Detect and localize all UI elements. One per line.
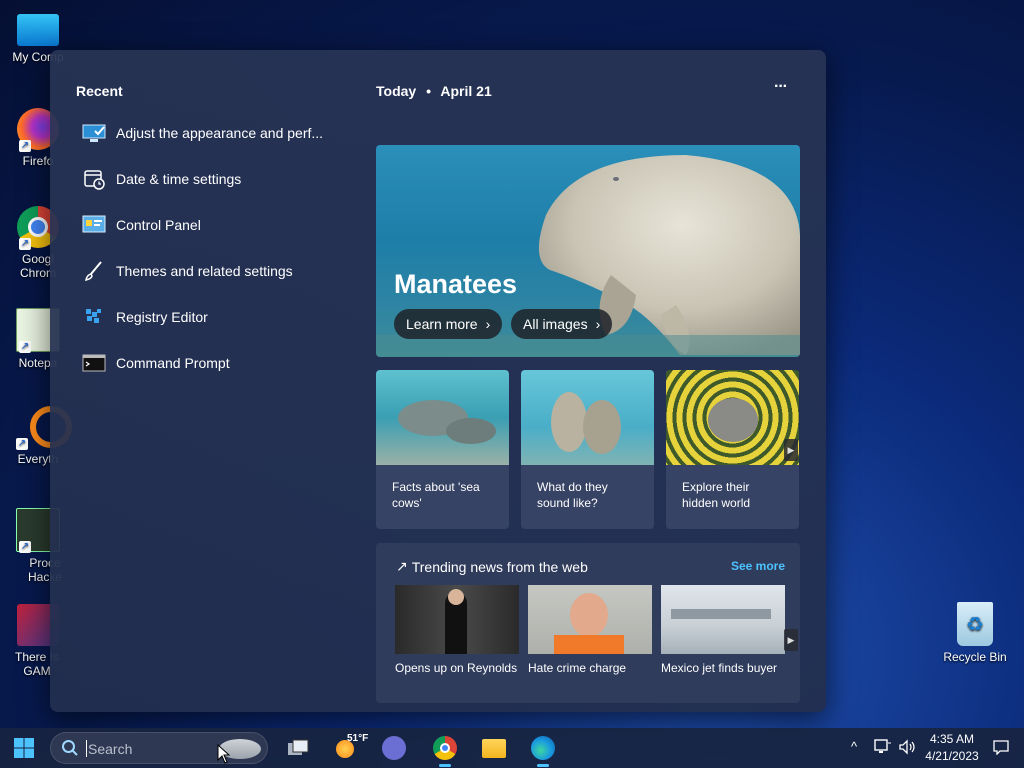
news-item[interactable]: Hate crime charge: [528, 585, 652, 676]
more-options-button[interactable]: ···: [774, 78, 788, 96]
search-icon: [61, 739, 79, 762]
show-hidden-icons-button[interactable]: ^: [851, 739, 857, 754]
running-indicator: [537, 764, 549, 767]
taskbar-search-box[interactable]: Search: [50, 732, 268, 764]
recent-item-label: Themes and related settings: [116, 263, 293, 279]
card-facts-sea-cows[interactable]: Facts about 'sea cows': [376, 370, 509, 529]
recent-item-adjust-appearance[interactable]: Adjust the appearance and perf...: [82, 115, 342, 151]
today-header: Today • April 21: [376, 83, 492, 99]
news-image: [661, 585, 785, 654]
learn-more-label: Learn more: [406, 316, 478, 332]
mouse-cursor-icon: [217, 744, 231, 764]
news-image: [395, 585, 519, 654]
taskbar: Search 51°F ^ 4:35 AM 4/21/2023: [0, 728, 1024, 768]
notifications-icon[interactable]: [992, 739, 1010, 758]
edge-icon: [531, 736, 555, 760]
all-images-label: All images: [523, 316, 588, 332]
see-more-link[interactable]: See more: [731, 559, 785, 573]
recent-heading: Recent: [76, 83, 123, 99]
card-caption: Explore their hidden world: [682, 480, 751, 510]
folder-icon: [482, 738, 506, 758]
chrome-taskbar-button[interactable]: [429, 732, 461, 767]
chevron-right-icon: ›: [485, 316, 491, 332]
file-explorer-button[interactable]: [478, 732, 510, 764]
registry-icon: [82, 306, 106, 328]
news-caption: Hate crime charge: [528, 661, 627, 675]
recent-item-label: Registry Editor: [116, 309, 208, 325]
weather-widget-button[interactable]: 51°F: [330, 732, 370, 764]
volume-icon[interactable]: [898, 739, 916, 758]
card-caption: What do they sound like?: [537, 480, 608, 510]
teams-chat-icon: [382, 736, 406, 760]
trending-title: Trending news from the web: [411, 558, 588, 575]
network-icon[interactable]: [874, 739, 892, 758]
cards-next-arrow[interactable]: ▶: [784, 439, 798, 461]
search-placeholder: Search: [88, 741, 133, 757]
search-flyout: Recent Adjust the appearance and perf...…: [50, 50, 826, 712]
monitor-check-icon: [82, 122, 106, 144]
recent-item-label: Command Prompt: [116, 355, 230, 371]
recent-item-date-time-settings[interactable]: Date & time settings: [82, 161, 342, 197]
clock-time: 4:35 AM: [929, 732, 975, 746]
windows-logo-icon: [14, 738, 34, 758]
learn-more-button[interactable]: Learn more ›: [394, 309, 503, 339]
trending-news-section: ↗ Trending news from the web See more Op…: [376, 543, 800, 703]
desktop-icon-label: Recycle Bin: [943, 650, 1007, 664]
weather-temp: 51°F: [347, 733, 369, 744]
card-image: [666, 370, 799, 465]
calendar-clock-icon: [82, 168, 106, 190]
chrome-icon: [433, 736, 457, 760]
recent-item-label: Date & time settings: [116, 171, 242, 187]
teams-button[interactable]: [378, 732, 410, 764]
hero-title: Manatees: [394, 269, 518, 299]
search-caret: [86, 740, 87, 757]
recent-item-themes-settings[interactable]: Themes and related settings: [82, 253, 342, 289]
recent-item-command-prompt[interactable]: Command Prompt: [82, 345, 342, 381]
terminal-icon: [82, 352, 106, 374]
card-sound[interactable]: What do they sound like?: [521, 370, 654, 529]
clock-date: 4/21/2023: [925, 749, 979, 763]
today-date: April 21: [440, 83, 492, 99]
hero-card-manatees[interactable]: Manatees Learn more › All images ›: [376, 145, 800, 357]
clock[interactable]: 4:35 AM 4/21/2023: [920, 731, 984, 765]
news-caption: Mexico jet finds buyer: [661, 661, 778, 675]
desktop-icon-recycle-bin[interactable]: ♻ Recycle Bin: [936, 602, 1014, 664]
task-view-button[interactable]: [282, 732, 314, 764]
paintbrush-icon: [82, 260, 106, 282]
all-images-button[interactable]: All images ›: [511, 309, 613, 339]
today-separator: •: [426, 83, 431, 99]
trending-header: ↗ Trending news from the web: [396, 558, 588, 575]
card-image: [376, 370, 509, 465]
chevron-right-icon: ›: [595, 316, 601, 332]
news-image: [528, 585, 652, 654]
recent-item-label: Adjust the appearance and perf...: [116, 125, 324, 141]
today-label: Today: [376, 83, 417, 99]
news-next-arrow[interactable]: ▶: [784, 629, 798, 651]
edge-taskbar-button[interactable]: [527, 732, 559, 767]
card-image: [521, 370, 654, 465]
control-panel-icon: [82, 214, 106, 236]
recycle-bin-icon: ♻: [957, 602, 993, 646]
running-indicator: [439, 764, 451, 767]
news-caption: Opens up on Reynolds: [395, 661, 518, 675]
task-view-icon: [288, 739, 309, 755]
start-button[interactable]: [8, 732, 40, 764]
news-item[interactable]: Opens up on Reynolds: [395, 585, 519, 676]
recent-item-label: Control Panel: [116, 217, 201, 233]
news-item[interactable]: Mexico jet finds buyer: [661, 585, 785, 676]
card-caption: Facts about 'sea cows': [392, 480, 480, 510]
trending-up-icon: ↗: [396, 558, 408, 574]
recent-item-control-panel[interactable]: Control Panel: [82, 207, 342, 243]
recent-item-registry-editor[interactable]: Registry Editor: [82, 299, 342, 335]
card-hidden-world[interactable]: Explore their hidden world: [666, 370, 799, 529]
monitor-icon: [17, 14, 59, 46]
